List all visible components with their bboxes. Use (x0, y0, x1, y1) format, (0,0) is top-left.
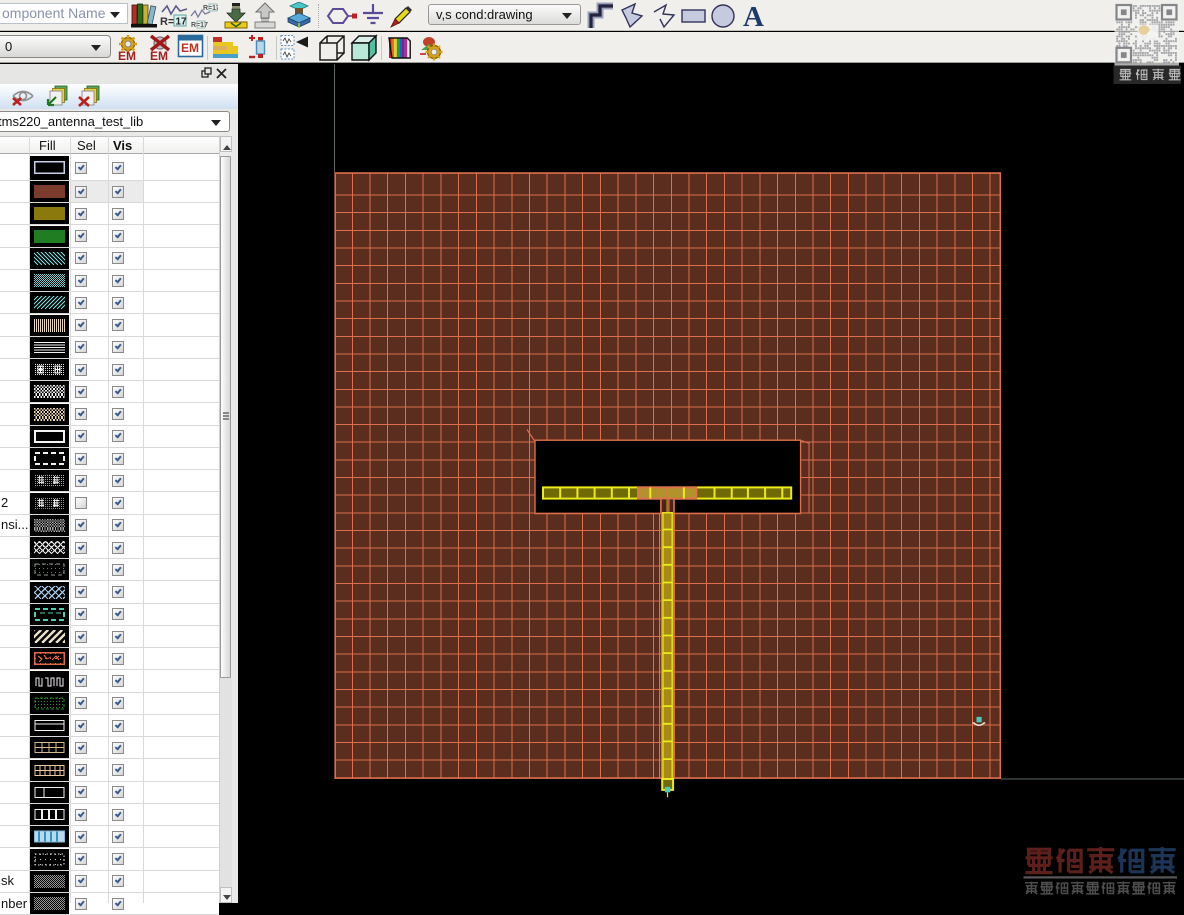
svg-text:R=: R= (160, 16, 174, 28)
svg-text:EM: EM (181, 41, 199, 55)
svg-text:17: 17 (176, 17, 188, 28)
svg-text:EM: EM (118, 49, 136, 61)
svg-text:EM: EM (150, 49, 168, 61)
